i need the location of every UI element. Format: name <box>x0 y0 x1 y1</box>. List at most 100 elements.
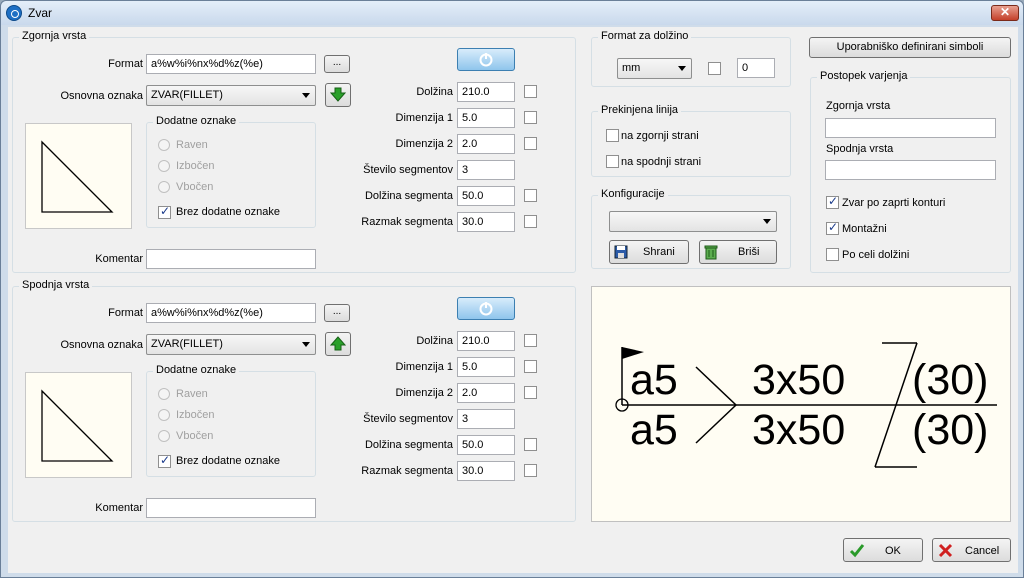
radio-concave-label: Vbočen <box>176 430 214 442</box>
extra-symbols-group: Dodatne oznake Raven Izbočen Vbočen Brez… <box>146 364 316 477</box>
bottom-row-group: Spodnja vrsta Format a%w%i%nx%d%z(%e) ..… <box>12 279 576 522</box>
field-checkbox[interactable] <box>524 386 537 399</box>
save-label: Shrani <box>643 246 675 258</box>
radio-concave[interactable] <box>158 181 170 193</box>
field-checkbox[interactable] <box>524 111 537 124</box>
delete-button[interactable]: Briši <box>699 240 777 264</box>
comment-input[interactable] <box>146 498 316 518</box>
radio-flat[interactable] <box>158 139 170 151</box>
comment-label: Komentar <box>95 253 143 265</box>
lower-side-checkbox[interactable] <box>606 155 619 168</box>
ok-label: OK <box>885 545 901 557</box>
format-input[interactable]: a%w%i%nx%d%z(%e) <box>146 54 316 74</box>
field-input[interactable]: 210.0 <box>457 331 515 351</box>
extra-symbols-group: Dodatne oznake Raven Izbočen Vbočen Brez… <box>146 115 316 228</box>
field-checkbox[interactable] <box>524 334 537 347</box>
upper-side-checkbox[interactable] <box>606 129 619 142</box>
configuration-select[interactable] <box>609 211 777 232</box>
length-format-title: Format za dolžino <box>598 30 692 42</box>
base-symbol-select[interactable]: ZVAR(FILLET) <box>146 85 316 106</box>
ok-button[interactable]: OK <box>843 538 923 562</box>
field-input[interactable]: 50.0 <box>457 435 515 455</box>
field-input[interactable]: 3 <box>457 409 515 429</box>
top-row-title: Zgornja vrsta <box>19 30 90 42</box>
field-label: Dolžina <box>416 335 453 347</box>
field-label: Število segmentov <box>363 164 453 176</box>
cancel-button[interactable]: Cancel <box>932 538 1011 562</box>
chevron-down-icon <box>763 219 771 224</box>
length-precision-input[interactable]: 0 <box>737 58 775 78</box>
field-input[interactable]: 3 <box>457 160 515 180</box>
preview-bottom-size: a5 <box>630 406 678 454</box>
user-symbols-button[interactable]: Uporabniško definirani simboli <box>809 37 1011 58</box>
field-input[interactable]: 210.0 <box>457 82 515 102</box>
format-browse-button[interactable]: ... <box>324 304 350 322</box>
closed-contour-checkbox[interactable] <box>826 194 839 209</box>
close-button[interactable]: ✕ <box>991 5 1019 21</box>
radio-flat[interactable] <box>158 388 170 400</box>
closed-contour-label: Zvar po zaprti konturi <box>842 197 946 209</box>
dialog-window: Zvar ✕ Zgornja vrsta Format a%w%i%nx%d%z… <box>0 0 1024 578</box>
triangle-icon <box>41 140 114 213</box>
field-input[interactable]: 30.0 <box>457 212 515 232</box>
field-input[interactable]: 30.0 <box>457 461 515 481</box>
base-symbol-value: ZVAR(FILLET) <box>151 89 223 101</box>
field-label: Dolžina segmenta <box>364 190 453 202</box>
field-checkbox[interactable] <box>524 438 537 451</box>
length-format-group: Format za dolžino mm 0 <box>591 30 791 87</box>
base-symbol-label: Osnovna oznaka <box>60 339 143 351</box>
radio-concave-label: Vbočen <box>176 181 214 193</box>
format-browse-button[interactable]: ... <box>324 55 350 73</box>
field-input[interactable]: 5.0 <box>457 357 515 377</box>
field-input[interactable]: 2.0 <box>457 134 515 154</box>
welding-procedure-group: Postopek varjenja Zgornja vrsta Spodnja … <box>810 70 1011 273</box>
field-checkbox[interactable] <box>524 85 537 98</box>
refresh-button[interactable] <box>457 297 515 320</box>
field-input[interactable]: 50.0 <box>457 186 515 206</box>
radio-convex[interactable] <box>158 409 170 421</box>
base-symbol-value: ZVAR(FILLET) <box>151 338 223 350</box>
radio-convex[interactable] <box>158 160 170 172</box>
comment-input[interactable] <box>146 249 316 269</box>
field-checkbox[interactable] <box>524 464 537 477</box>
field-checkbox[interactable] <box>524 360 537 373</box>
power-icon <box>479 53 493 67</box>
field-checkbox[interactable] <box>524 215 537 228</box>
field-input[interactable]: 5.0 <box>457 108 515 128</box>
procedure-bottom-input[interactable] <box>825 160 996 180</box>
floppy-disk-icon <box>614 245 628 259</box>
procedure-top-input[interactable] <box>825 118 996 138</box>
field-label: Dimenzija 2 <box>395 387 453 399</box>
extra-symbols-title: Dodatne oznake <box>153 364 240 376</box>
procedure-top-label: Zgornja vrsta <box>826 100 891 112</box>
field-checkbox[interactable] <box>524 137 537 150</box>
base-symbol-select[interactable]: ZVAR(FILLET) <box>146 334 316 355</box>
weld-shape-preview <box>25 372 132 478</box>
no-extra-checkbox[interactable] <box>158 204 171 219</box>
refresh-button[interactable] <box>457 48 515 71</box>
assembly-label: Montažni <box>842 223 887 235</box>
configurations-title: Konfiguracije <box>598 188 668 200</box>
radio-flat-label: Raven <box>176 388 208 400</box>
base-symbol-label: Osnovna oznaka <box>60 90 143 102</box>
welding-procedure-title: Postopek varjenja <box>817 70 911 82</box>
no-extra-checkbox[interactable] <box>158 453 171 468</box>
save-button[interactable]: Shrani <box>609 240 689 264</box>
radio-concave[interactable] <box>158 430 170 442</box>
app-icon <box>6 5 22 21</box>
field-label: Dolžina <box>416 86 453 98</box>
full-length-checkbox[interactable] <box>826 248 839 261</box>
assembly-checkbox[interactable] <box>826 220 839 235</box>
format-input[interactable]: a%w%i%nx%d%z(%e) <box>146 303 316 323</box>
unit-select[interactable]: mm <box>617 58 692 79</box>
cross-icon <box>938 543 953 558</box>
format-label: Format <box>108 58 143 70</box>
field-input[interactable]: 2.0 <box>457 383 515 403</box>
radio-flat-label: Raven <box>176 139 208 151</box>
length-format-checkbox[interactable] <box>708 62 721 75</box>
field-checkbox[interactable] <box>524 189 537 202</box>
field-label: Dolžina segmenta <box>364 439 453 451</box>
field-label: Razmak segmenta <box>361 465 453 477</box>
window-title: Zvar <box>28 6 52 20</box>
power-icon <box>479 302 493 316</box>
